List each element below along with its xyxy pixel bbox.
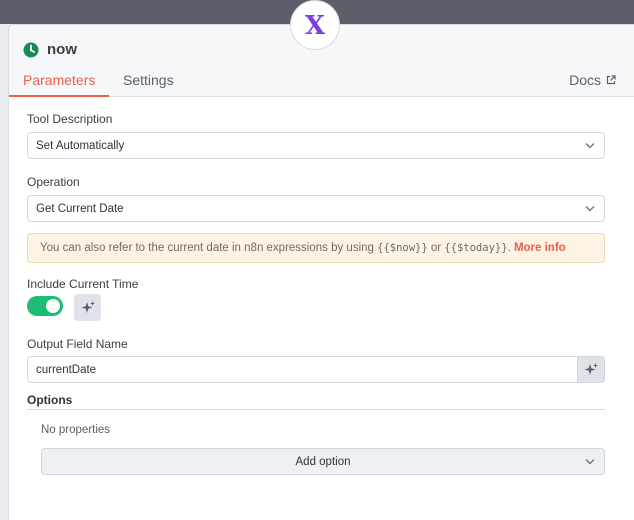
add-option-label: Add option [295, 456, 351, 468]
node-settings-panel: now Parameters Settings Docs Tool Descri… [8, 24, 634, 520]
options-title: Options [27, 393, 73, 407]
svg-text:X: X [305, 11, 326, 39]
tool-description-select[interactable]: Set Automatically [27, 132, 605, 159]
node-title[interactable]: now [47, 41, 77, 58]
add-option-button[interactable]: Add option [41, 448, 605, 475]
sparkle-icon [584, 362, 598, 375]
chevron-down-icon [585, 459, 595, 465]
clock-icon [23, 42, 39, 57]
sparkle-icon [81, 300, 95, 313]
notice-middle: or [427, 242, 445, 254]
tool-description-value: Set Automatically [36, 140, 125, 152]
tool-description-label: Tool Description [27, 112, 113, 126]
output-field-name-value: currentDate [36, 364, 97, 376]
panel-tabs: Parameters Settings Docs [9, 71, 634, 97]
output-field-name-input[interactable]: currentDate [27, 356, 577, 383]
notice-text: You can also refer to the current date i… [40, 242, 566, 254]
operation-value: Get Current Date [36, 203, 124, 215]
more-info-link[interactable]: More info [514, 242, 566, 254]
tab-parameters[interactable]: Parameters [23, 72, 95, 88]
output-field-ai-button[interactable] [577, 356, 605, 383]
include-current-time-toggle[interactable] [27, 296, 63, 316]
ai-sparkle-button[interactable] [74, 294, 101, 321]
notice-code-now: {{$now}} [377, 242, 428, 254]
operation-label: Operation [27, 175, 80, 189]
include-current-time-label: Include Current Time [27, 277, 139, 291]
tab-settings[interactable]: Settings [123, 72, 174, 88]
x-logo-icon: X [305, 11, 326, 39]
operation-select[interactable]: Get Current Date [27, 195, 605, 222]
notice-prefix: You can also refer to the current date i… [40, 242, 378, 254]
info-notice: You can also refer to the current date i… [27, 233, 605, 263]
notice-code-today: {{$today}} [444, 242, 508, 254]
no-properties-text: No properties [41, 424, 111, 436]
node-title-row: now [23, 41, 77, 58]
options-divider [27, 409, 605, 410]
node-logo-badge: X [290, 0, 340, 50]
toggle-knob [46, 299, 60, 313]
external-link-icon [606, 75, 616, 85]
docs-label: Docs [569, 72, 601, 88]
output-field-name-label: Output Field Name [27, 337, 128, 351]
active-tab-indicator [9, 95, 109, 97]
chevron-down-icon [585, 143, 595, 149]
chevron-down-icon [585, 206, 595, 212]
docs-link[interactable]: Docs [569, 72, 616, 88]
